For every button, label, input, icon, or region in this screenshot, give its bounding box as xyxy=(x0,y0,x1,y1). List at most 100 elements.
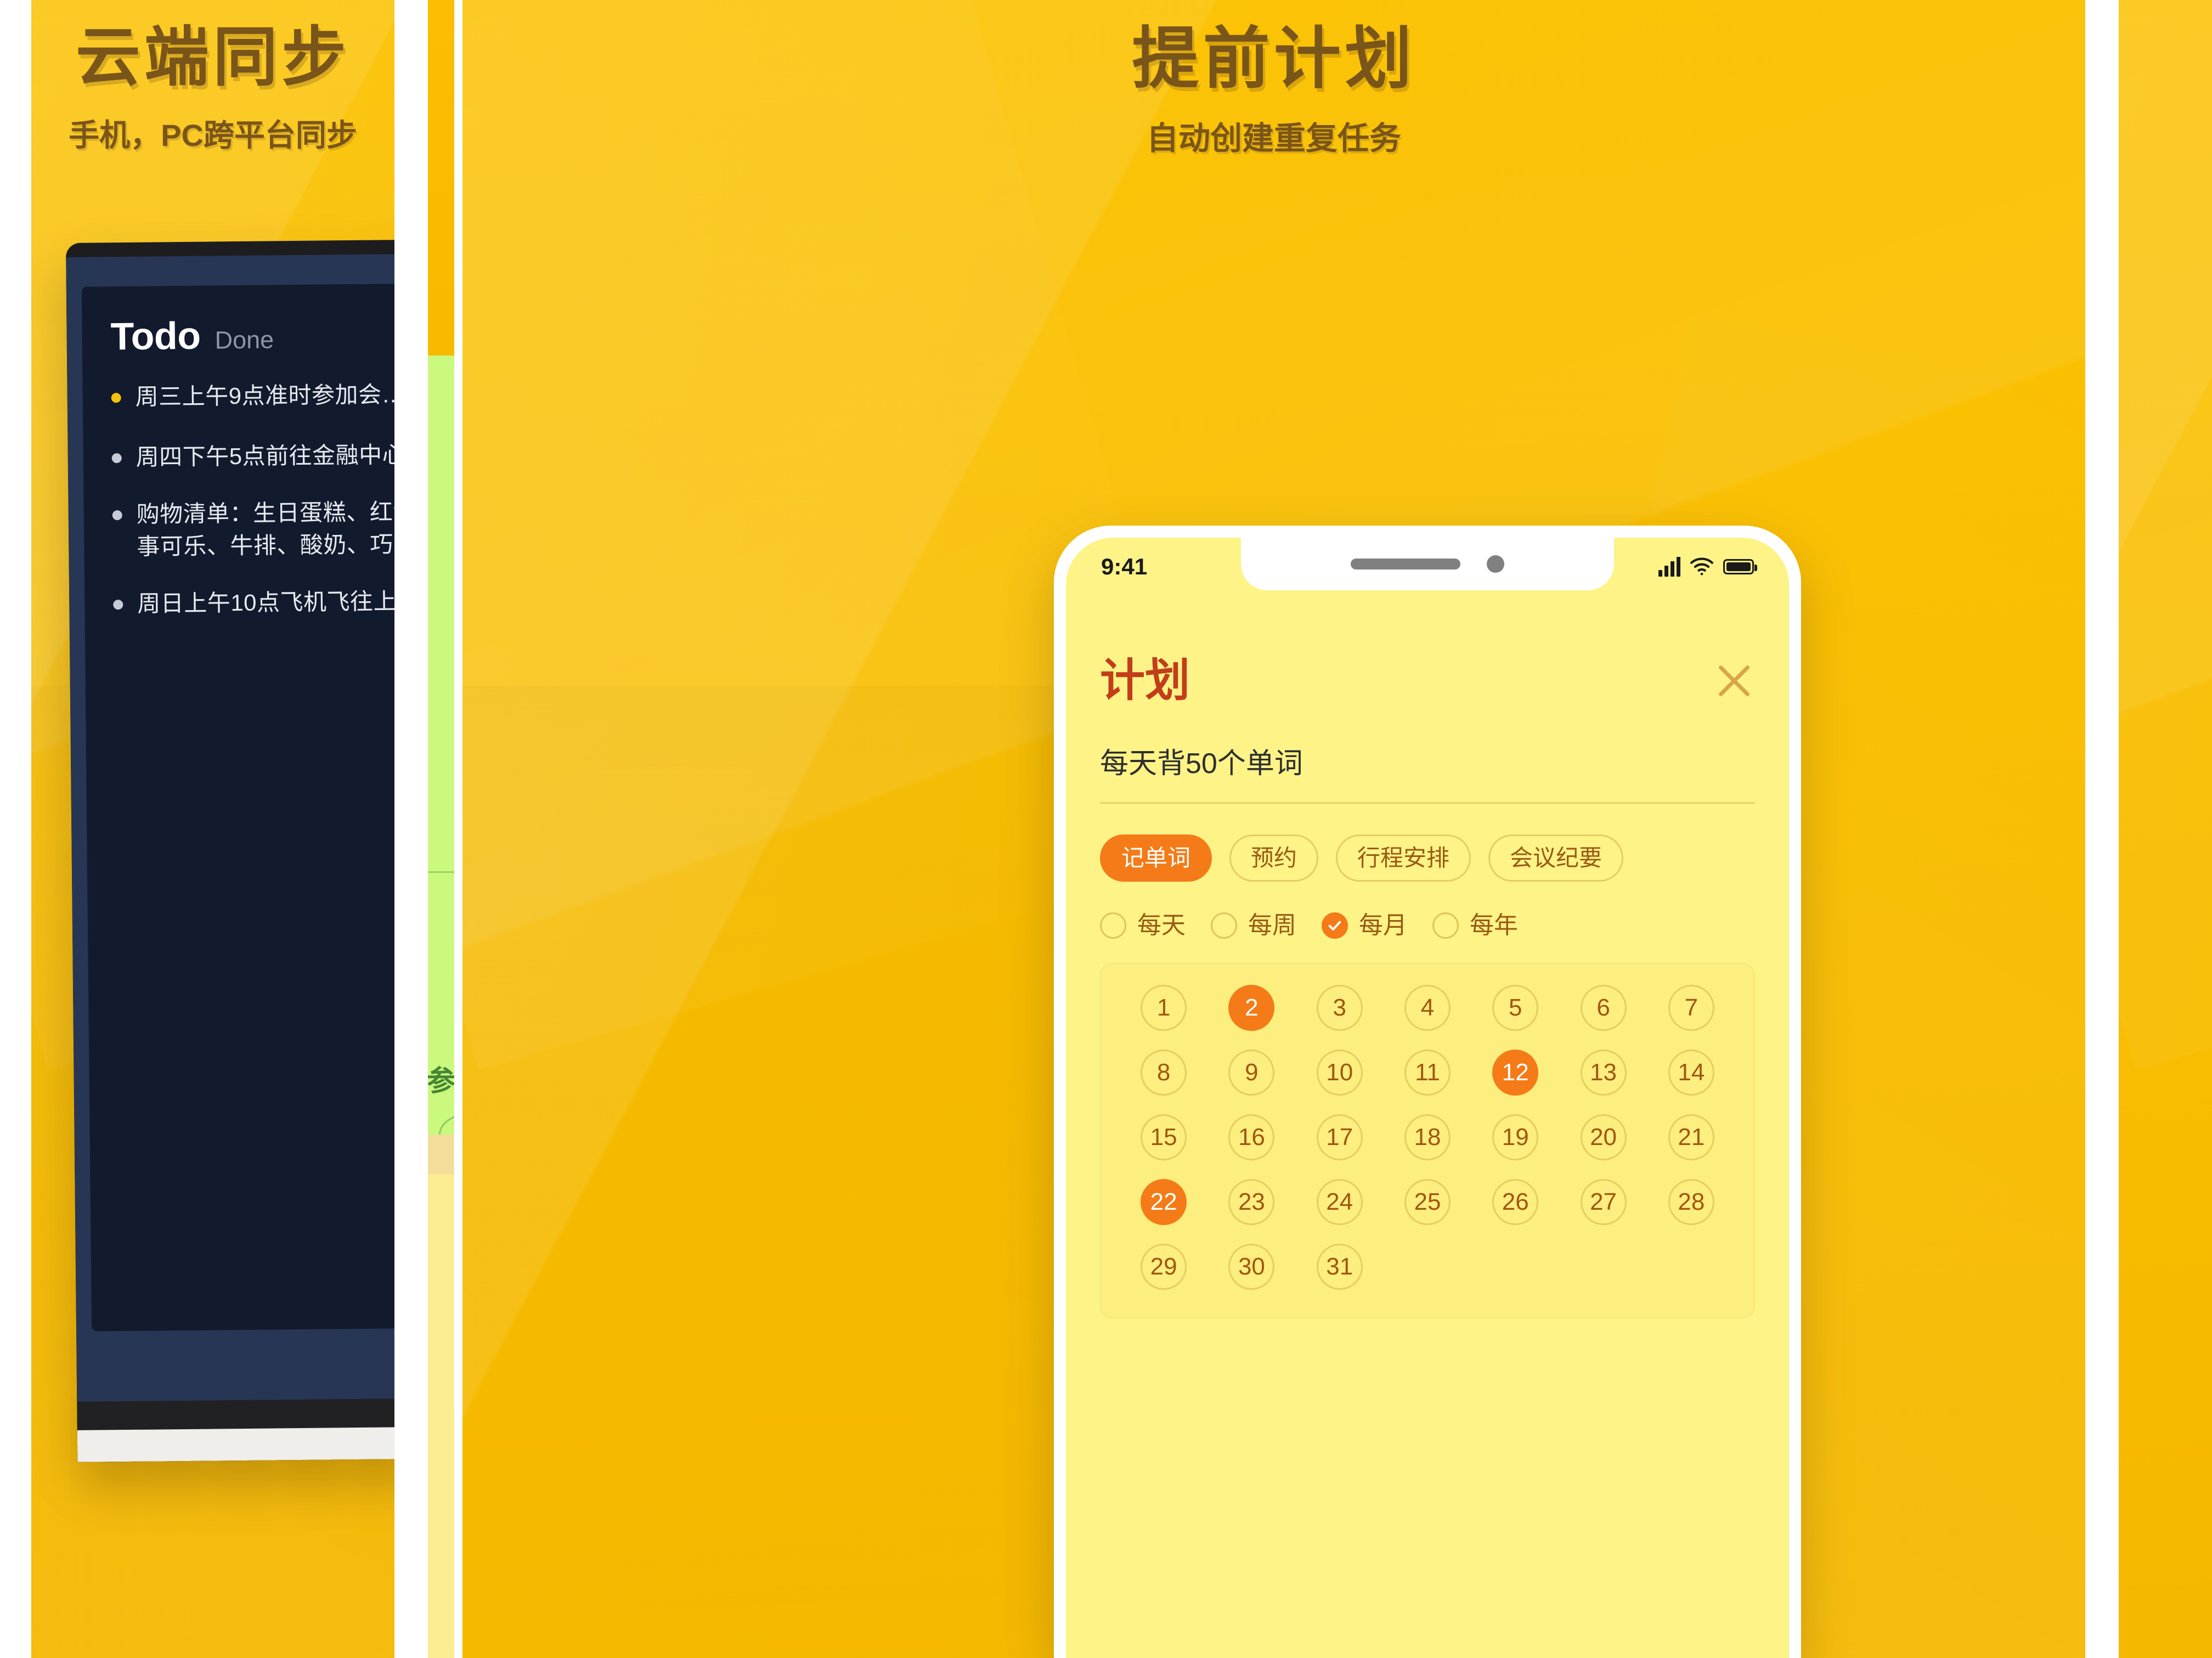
left-panel-headline: 云端同步 xyxy=(75,21,351,94)
calendar-day-28[interactable]: 28 xyxy=(1668,1179,1714,1225)
day-of-month-picker: 1 2 3 4 5 6 7 8 9 10 11 12 13 14 15 16 17 18 19 20 21 22 23 24 2… xyxy=(1100,963,1755,1318)
partial-panel-bottom-sheet: 加参 时准 点9 xyxy=(428,1174,454,1658)
calendar-grid: 1 2 3 4 5 6 7 8 9 10 11 12 13 14 15 16 17 18 19 20 21 22 23 24 2… xyxy=(1120,985,1735,1290)
table-row[interactable]: 购物清单：生日蛋糕、红酒 事可乐、牛排、酸奶、巧克 xyxy=(112,493,394,563)
calendar-day-2[interactable]: 2 xyxy=(1228,985,1275,1031)
partial-panel-top xyxy=(428,0,454,356)
calendar-day-27[interactable]: 27 xyxy=(1580,1179,1627,1225)
radio-mark xyxy=(1211,912,1237,939)
plan-header: 计划 xyxy=(1100,658,1755,703)
repeat-frequency-radio-group: 每天 每周 每月 每年 xyxy=(1100,912,1755,939)
calendar-day-10[interactable]: 10 xyxy=(1316,1050,1363,1096)
bullet-icon xyxy=(112,510,122,520)
right-panel-heading-block: 提前计划 自动创建重复任务 xyxy=(462,20,2085,158)
partial-text-fragment: 加参 xyxy=(428,1065,454,1097)
radio-option-weekly[interactable]: 每周 xyxy=(1211,912,1310,939)
radio-option-yearly[interactable]: 每年 xyxy=(1432,912,1531,939)
calendar-day-7[interactable]: 7 xyxy=(1668,985,1714,1031)
radio-mark xyxy=(1100,912,1126,939)
phone-screen-right: 9:41 计划 每天背50个单词 记单词 预约 行程安排 会议纪要 每天 每周 … xyxy=(1066,538,1789,1658)
bullet-icon xyxy=(113,599,123,610)
calendar-day-22[interactable]: 22 xyxy=(1141,1179,1187,1225)
calendar-day-5[interactable]: 5 xyxy=(1492,985,1539,1031)
partial-panel-band xyxy=(428,1135,454,1174)
task-title-input[interactable]: 每天背50个单词 xyxy=(1100,749,1755,778)
calendar-day-4[interactable]: 4 xyxy=(1404,985,1451,1031)
calendar-day-18[interactable]: 18 xyxy=(1404,1114,1451,1160)
desktop-bezel-bottom xyxy=(77,1396,394,1430)
screenshot-panel-plan-ahead: 提前计划 自动创建重复任务 9:41 计划 每天背50个单词 记单词 预约 行程… xyxy=(462,0,2085,1658)
partial-panel-green-sheet: 加参 时准 xyxy=(428,356,454,1339)
calendar-day-13[interactable]: 13 xyxy=(1580,1050,1627,1096)
calendar-day-29[interactable]: 29 xyxy=(1141,1244,1187,1290)
tag-chip-row: 记单词 预约 行程安排 会议纪要 xyxy=(1100,834,1755,882)
table-row[interactable]: 周日上午10点飞机飞往上海 xyxy=(113,582,394,620)
wifi-icon xyxy=(1690,557,1713,576)
calendar-day-8[interactable]: 8 xyxy=(1141,1050,1187,1096)
calendar-day-25[interactable]: 25 xyxy=(1404,1179,1451,1225)
calendar-day-31[interactable]: 31 xyxy=(1316,1244,1363,1290)
calendar-day-24[interactable]: 24 xyxy=(1316,1179,1363,1225)
divider xyxy=(1100,802,1755,804)
desktop-screen: Todo Done 周三上午9点准时参加会… 周四下午5点前往金融中心参加 购物… xyxy=(66,251,394,1402)
calendar-day-19[interactable]: 19 xyxy=(1492,1114,1539,1160)
table-row[interactable]: 周四下午5点前往金融中心参加 xyxy=(111,436,394,473)
divider xyxy=(428,871,454,873)
radio-mark xyxy=(1322,912,1348,939)
calendar-day-30[interactable]: 30 xyxy=(1228,1244,1275,1290)
desktop-todo-header: Todo Done xyxy=(110,312,394,358)
desktop-todo-window: Todo Done 周三上午9点准时参加会… 周四下午5点前往金融中心参加 购物… xyxy=(81,281,394,1332)
calendar-day-11[interactable]: 11 xyxy=(1404,1050,1451,1096)
radio-label: 每周 xyxy=(1248,912,1296,939)
camera-icon xyxy=(1487,555,1504,573)
tag-chip-记单词[interactable]: 记单词 xyxy=(1100,834,1212,882)
radio-option-daily[interactable]: 每天 xyxy=(1100,912,1199,939)
calendar-day-20[interactable]: 20 xyxy=(1580,1114,1627,1160)
screenshot-panel-cloud-sync: 云端同步 手机，PC跨平台同步 Todo Done 周三上午9点准时参加会… 周… xyxy=(31,0,394,1658)
calendar-day-6[interactable]: 6 xyxy=(1580,985,1627,1031)
status-indicators xyxy=(1658,557,1757,577)
plan-editor: 计划 每天背50个单词 记单词 预约 行程安排 会议纪要 每天 每周 每月 每年… xyxy=(1066,596,1789,1658)
calendar-day-15[interactable]: 15 xyxy=(1141,1114,1187,1160)
tag-chip-行程安排[interactable]: 行程安排 xyxy=(1336,834,1471,882)
status-time: 9:41 xyxy=(1101,554,1148,579)
calendar-day-21[interactable]: 21 xyxy=(1668,1114,1714,1160)
close-icon[interactable] xyxy=(1713,660,1755,702)
calendar-day-9[interactable]: 9 xyxy=(1228,1050,1275,1096)
cellular-signal-icon xyxy=(1658,557,1680,577)
screenshot-panel-edge xyxy=(2119,0,2212,1658)
calendar-day-26[interactable]: 26 xyxy=(1492,1179,1539,1225)
calendar-day-14[interactable]: 14 xyxy=(1668,1050,1714,1096)
screenshot-panel-partial: 加参 时准 加参 时准 点9 xyxy=(428,0,454,1658)
tag-chip-预约[interactable]: 预约 xyxy=(1229,834,1319,882)
speaker-icon xyxy=(1351,559,1460,569)
calendar-day-12[interactable]: 12 xyxy=(1492,1050,1539,1096)
radio-label: 每年 xyxy=(1470,912,1518,939)
calendar-day-17[interactable]: 17 xyxy=(1316,1114,1363,1160)
left-panel-subheadline: 手机，PC跨平台同步 xyxy=(69,118,357,153)
todo-item-text: 周日上午10点飞机飞往上海 xyxy=(137,588,394,617)
calendar-day-1[interactable]: 1 xyxy=(1141,985,1187,1031)
radio-option-monthly[interactable]: 每月 xyxy=(1322,912,1420,939)
bullet-icon xyxy=(111,393,121,403)
tag-chip-会议纪要[interactable]: 会议纪要 xyxy=(1488,834,1624,882)
radio-label: 每天 xyxy=(1137,912,1186,939)
todo-item-text: 周三上午9点准时参加会… xyxy=(135,381,394,410)
desktop-tab-done[interactable]: Done xyxy=(215,325,274,354)
calendar-day-3[interactable]: 3 xyxy=(1316,985,1363,1031)
calendar-day-16[interactable]: 16 xyxy=(1228,1114,1275,1160)
right-panel-subheadline: 自动创建重复任务 xyxy=(1146,120,1401,156)
panel-sheen xyxy=(2119,0,2212,1070)
left-panel-heading-block: 云端同步 手机，PC跨平台同步 xyxy=(31,20,394,154)
battery-icon xyxy=(1723,559,1757,574)
todo-item-text: 周四下午5点前往金融中心参加 xyxy=(136,441,394,470)
table-row[interactable]: 周三上午9点准时参加会… # ↻ ✓ − xyxy=(111,375,394,417)
screenshot-stage: 云端同步 手机，PC跨平台同步 Todo Done 周三上午9点准时参加会… 周… xyxy=(0,0,2212,1658)
bullet-icon xyxy=(111,453,122,464)
phone-notch xyxy=(1241,538,1614,590)
desktop-stand xyxy=(77,1424,394,1462)
page-title: 计划 xyxy=(1100,656,1190,706)
calendar-day-23[interactable]: 23 xyxy=(1228,1179,1275,1225)
todo-item-text: 购物清单：生日蛋糕、红酒 事可乐、牛排、酸奶、巧克 xyxy=(136,498,394,560)
desktop-app-title: Todo xyxy=(110,314,201,358)
